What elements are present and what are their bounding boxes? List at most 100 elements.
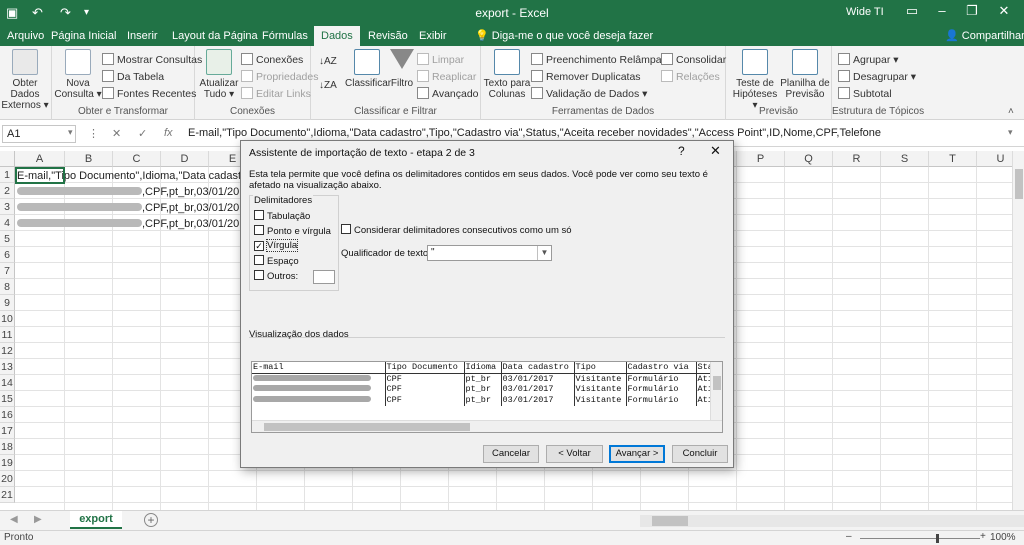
column-header-a[interactable]: A — [15, 151, 65, 167]
next-sheet-icon[interactable]: ▶ — [34, 514, 42, 525]
tab-dados[interactable]: Dados — [314, 26, 360, 46]
column-header-r[interactable]: R — [833, 151, 881, 167]
row-header-9[interactable]: 9 — [0, 295, 15, 311]
formula-input[interactable]: E-mail,"Tipo Documento",Idioma,"Data cad… — [188, 127, 881, 139]
zoom-level[interactable]: 100% — [990, 532, 1016, 543]
row-header-8[interactable]: 8 — [0, 279, 15, 295]
row-header-5[interactable]: 5 — [0, 231, 15, 247]
row-header-3[interactable]: 3 — [0, 199, 15, 215]
tell-me-box[interactable]: 💡 Diga-me o que você deseja fazer — [475, 29, 653, 42]
cell-a3[interactable]: ,CPF,pt_br,03/01/2017 — [17, 200, 251, 216]
tab-layout-da-pagina[interactable]: Layout da Página — [165, 26, 265, 46]
column-header-c[interactable]: C — [113, 151, 161, 167]
back-button[interactable]: < Voltar — [546, 445, 603, 463]
name-box-dropdown-icon[interactable]: ▾ — [68, 127, 73, 138]
refresh-all-button[interactable]: Atualizar Tudo ▾ — [197, 49, 241, 100]
sort-button[interactable]: Classificar — [345, 49, 391, 89]
get-external-data-button[interactable]: Obter Dados Externos ▾ — [0, 49, 50, 111]
data-validation-button[interactable]: Validação de Dados ▾ — [531, 86, 647, 102]
column-header-d[interactable]: D — [161, 151, 209, 167]
reapply-button[interactable]: Reaplicar — [417, 69, 476, 85]
subtotal-button[interactable]: Subtotal — [838, 86, 892, 102]
select-all-corner[interactable] — [0, 151, 15, 167]
tab-inserir[interactable]: Inserir — [120, 26, 165, 46]
consolidate-button[interactable]: Consolidar — [661, 52, 726, 68]
tab-revisao[interactable]: Revisão — [361, 26, 415, 46]
what-if-button[interactable]: Teste de Hipóteses ▾ — [730, 49, 780, 111]
row-header-12[interactable]: 12 — [0, 343, 15, 359]
column-header-q[interactable]: Q — [785, 151, 833, 167]
recent-sources-button[interactable]: Fontes Recentes — [102, 86, 196, 102]
add-sheet-icon[interactable]: + — [144, 513, 158, 527]
confirm-entry-icon[interactable]: ✓ — [138, 127, 147, 140]
consecutive-delimiters-checkbox[interactable]: Considerar delimitadores consecutivos co… — [341, 224, 572, 236]
edit-links-button[interactable]: Editar Links — [241, 86, 311, 102]
sheet-tab-export[interactable]: export — [70, 511, 122, 529]
row-header-13[interactable]: 13 — [0, 359, 15, 375]
new-query-button[interactable]: Nova Consulta ▾ — [54, 49, 102, 100]
sort-az-icon[interactable]: ↓AZ — [319, 54, 337, 70]
row-header-4[interactable]: 4 — [0, 215, 15, 231]
preview-vertical-scrollbar[interactable] — [710, 362, 722, 420]
cancel-entry-icon[interactable]: ✕ — [112, 127, 121, 140]
maximize-icon[interactable]: ❐ — [962, 3, 982, 19]
cell-a2[interactable]: ,CPF,pt_br,03/01/2017 — [17, 184, 251, 200]
ungroup-button[interactable]: Desagrupar ▾ — [838, 69, 916, 85]
semicolon-checkbox[interactable]: Ponto e vírgula — [254, 225, 331, 238]
tab-checkbox[interactable]: Tabulação — [254, 210, 310, 223]
filter-button[interactable]: Filtro — [389, 49, 415, 89]
row-header-2[interactable]: 2 — [0, 183, 15, 199]
share-button[interactable]: 👤 Compartilhar — [945, 29, 1024, 42]
finish-button[interactable]: Concluir — [672, 445, 728, 463]
row-header-21[interactable]: 21 — [0, 487, 15, 503]
next-button[interactable]: Avançar > — [609, 445, 665, 463]
cell-a4[interactable]: ,CPF,pt_br,03/01/2017 — [17, 216, 251, 232]
column-header-s[interactable]: S — [881, 151, 929, 167]
zoom-out-icon[interactable]: – — [846, 531, 852, 542]
insert-function-icon[interactable]: fx — [164, 127, 173, 139]
name-box[interactable]: A1 — [2, 125, 76, 143]
row-header-6[interactable]: 6 — [0, 247, 15, 263]
flash-fill-button[interactable]: Preenchimento Relâmpago — [531, 52, 673, 68]
row-header-16[interactable]: 16 — [0, 407, 15, 423]
chevron-down-icon[interactable]: ▼ — [537, 246, 551, 260]
horizontal-scrollbar[interactable] — [640, 515, 1024, 527]
show-queries-button[interactable]: Mostrar Consultas — [102, 52, 202, 68]
row-header-15[interactable]: 15 — [0, 391, 15, 407]
comma-checkbox[interactable]: ✓ Vírgula — [254, 239, 299, 253]
other-checkbox[interactable]: Outros: — [254, 270, 298, 283]
row-header-20[interactable]: 20 — [0, 471, 15, 487]
advanced-filter-button[interactable]: Avançado — [417, 86, 479, 102]
row-header-14[interactable]: 14 — [0, 375, 15, 391]
tab-formulas[interactable]: Fórmulas — [255, 26, 315, 46]
space-checkbox[interactable]: Espaço — [254, 255, 299, 268]
minimize-icon[interactable]: – — [932, 3, 952, 18]
ribbon-display-icon[interactable]: ▭ — [902, 3, 922, 19]
help-icon[interactable]: ? — [678, 144, 685, 158]
expand-formula-icon[interactable]: ▾ — [1008, 127, 1013, 138]
clear-filter-button[interactable]: Limpar — [417, 52, 464, 68]
column-header-b[interactable]: B — [65, 151, 113, 167]
row-header-17[interactable]: 17 — [0, 423, 15, 439]
from-table-button[interactable]: Da Tabela — [102, 69, 164, 85]
column-header-p[interactable]: P — [737, 151, 785, 167]
cancel-button[interactable]: Cancelar — [483, 445, 539, 463]
dialog-close-icon[interactable]: ✕ — [710, 143, 721, 159]
text-qualifier-select[interactable]: " ▼ — [427, 245, 552, 261]
vertical-scrollbar[interactable] — [1012, 151, 1024, 510]
sort-za-icon[interactable]: ↓ZA — [319, 78, 337, 94]
forecast-sheet-button[interactable]: Planilha de Previsão — [780, 49, 830, 100]
close-icon[interactable]: ✕ — [994, 3, 1014, 19]
column-header-t[interactable]: T — [929, 151, 977, 167]
row-header-11[interactable]: 11 — [0, 327, 15, 343]
data-preview[interactable]: E-mail Tipo Documento Idioma Data cadast… — [251, 361, 723, 433]
tab-pagina-inicial[interactable]: Página Inicial — [44, 26, 123, 46]
properties-button[interactable]: Propriedades — [241, 69, 318, 85]
row-header-1[interactable]: 1 — [0, 167, 15, 183]
zoom-in-icon[interactable]: + — [980, 531, 986, 542]
tab-exibir[interactable]: Exibir — [412, 26, 454, 46]
other-delimiter-input[interactable] — [313, 270, 335, 284]
row-header-19[interactable]: 19 — [0, 455, 15, 471]
text-to-columns-button[interactable]: Texto para Colunas — [483, 49, 531, 100]
row-header-10[interactable]: 10 — [0, 311, 15, 327]
